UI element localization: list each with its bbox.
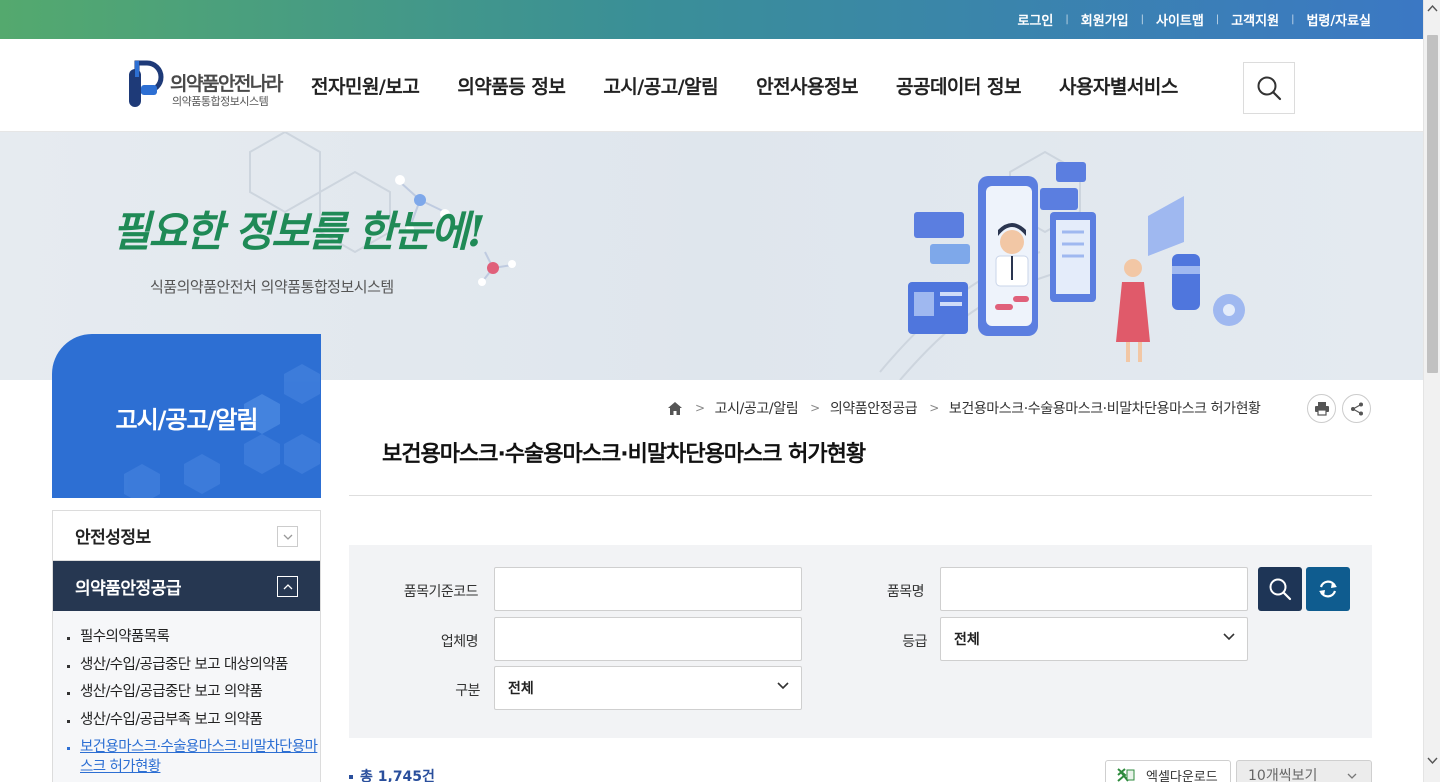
- sidebar-item-stable-supply[interactable]: 의약품안정공급: [53, 561, 320, 611]
- sidebar-submenu: 필수의약품목록 생산/수입/공급중단 보고 대상의약품 생산/수입/공급중단 보…: [53, 611, 320, 782]
- printer-icon: [1314, 402, 1329, 416]
- top-utility-bar: 로그인 | 회원가입 | 사이트맵 | 고객지원 | 법령/자료실: [0, 0, 1423, 39]
- item-name-label: 품목명: [886, 584, 925, 600]
- utility-nav: 로그인 | 회원가입 | 사이트맵 | 고객지원 | 법령/자료실: [1018, 0, 1371, 39]
- submenu-item-discontinue-target[interactable]: 생산/수입/공급중단 보고 대상의약품: [53, 655, 320, 675]
- grade-label: 등급: [902, 634, 927, 650]
- submenu-item-mask-permit[interactable]: 보건용마스크·수술용마스크·비말차단용마스크 허가현황: [53, 737, 320, 777]
- search-icon: [1257, 76, 1282, 101]
- support-link[interactable]: 고객지원: [1231, 10, 1279, 29]
- nav-safe-use[interactable]: 안전사용정보: [756, 72, 858, 99]
- result-total: 총 1,745건: [349, 766, 435, 782]
- item-code-input[interactable]: [494, 567, 802, 611]
- logo-title: 의약품안전나라: [170, 73, 283, 95]
- share-button[interactable]: [1342, 394, 1371, 423]
- breadcrumb-current[interactable]: 보건용마스크·수술용마스크·비말차단용마스크 허가현황: [949, 398, 1261, 418]
- search-button[interactable]: [1258, 567, 1302, 611]
- laws-link[interactable]: 법령/자료실: [1306, 10, 1371, 29]
- excel-download-label: 엑셀다운로드: [1146, 769, 1218, 782]
- title-divider: [349, 495, 1372, 496]
- category-label: 구분: [455, 683, 480, 699]
- divider: |: [1140, 14, 1144, 25]
- nav-e-petition[interactable]: 전자민원/보고: [311, 72, 420, 99]
- item-name-input[interactable]: [940, 567, 1248, 611]
- chevron-down-icon: [1223, 633, 1235, 641]
- page-title: 보건용마스크·수술용마스크·비말차단용마스크 허가현황: [382, 442, 866, 467]
- chevron-down-icon: [1347, 773, 1357, 779]
- per-page-value: 10개씩보기: [1248, 768, 1318, 782]
- page-scrollbar[interactable]: [1423, 0, 1440, 782]
- site-logo[interactable]: 의약품안전나라 의약품통합정보시스템: [127, 59, 307, 111]
- reset-button[interactable]: [1306, 567, 1350, 611]
- nav-notices[interactable]: 고시/공고/알림: [603, 72, 718, 99]
- grade-select-value: 전체: [954, 632, 980, 648]
- chevron-right-icon: >: [810, 401, 820, 415]
- hero-slogan: 필요한 정보를 한눈에!: [112, 207, 485, 256]
- item-code-label: 품목기준코드: [403, 584, 479, 600]
- scroll-down-icon[interactable]: [1424, 752, 1440, 769]
- site-header: 의약품안전나라 의약품통합정보시스템 전자민원/보고 의약품등 정보 고시/공고…: [0, 39, 1423, 132]
- chevron-right-icon: >: [929, 401, 939, 415]
- breadcrumb: > 고시/공고/알림 > 의약품안정공급 > 보건용마스크·수술용마스크·비말차…: [667, 396, 1261, 420]
- chevron-up-icon: [283, 583, 292, 589]
- share-icon: [1350, 402, 1363, 415]
- submenu-item-shortage-report[interactable]: 생산/수입/공급부족 보고 의약품: [53, 710, 320, 730]
- sidebar-item-label: 안전성정보: [75, 528, 151, 548]
- print-button[interactable]: [1307, 394, 1336, 423]
- sidebar-item-safety-info[interactable]: 안전성정보: [53, 511, 320, 561]
- nav-public-data[interactable]: 공공데이터 정보: [896, 72, 1021, 99]
- grade-select[interactable]: 전체: [940, 617, 1248, 661]
- nav-user-services[interactable]: 사용자별서비스: [1059, 72, 1178, 99]
- category-select[interactable]: 전체: [494, 666, 802, 710]
- home-icon[interactable]: [667, 401, 683, 416]
- nav-drug-info[interactable]: 의약품등 정보: [457, 72, 566, 99]
- signup-link[interactable]: 회원가입: [1081, 10, 1129, 29]
- search-icon: [1269, 578, 1292, 601]
- breadcrumb-item[interactable]: 고시/공고/알림: [715, 398, 799, 418]
- scroll-up-icon[interactable]: [1424, 0, 1440, 17]
- chevron-right-icon: >: [695, 401, 705, 415]
- sidebar-title: 고시/공고/알림: [115, 406, 258, 434]
- company-label: 업체명: [440, 634, 479, 650]
- hero-subtitle: 식품의약품안전처 의약품통합정보시스템: [150, 278, 394, 296]
- main-nav: 전자민원/보고 의약품등 정보 고시/공고/알림 안전사용정보 공공데이터 정보…: [311, 39, 1216, 132]
- divider: |: [1065, 14, 1069, 25]
- logo-mark-icon: [129, 60, 164, 107]
- divider: |: [1215, 14, 1220, 25]
- search-form: 품목기준코드 품목명 업체명 등급 전체 구분 전체: [349, 545, 1372, 738]
- sidebar-item-label: 의약품안정공급: [75, 578, 181, 599]
- chevron-down-icon: [283, 534, 292, 540]
- breadcrumb-item[interactable]: 의약품안정공급: [830, 398, 918, 418]
- per-page-select[interactable]: 10개씩보기: [1236, 760, 1372, 782]
- expand-toggle[interactable]: [277, 526, 298, 547]
- logo-subtitle: 의약품통합정보시스템: [172, 95, 269, 108]
- sidebar-menu: 안전성정보 의약품안정공급 필수의약품목록 생산/수입/공급중단 보고 대상의약…: [52, 510, 321, 782]
- collapse-toggle[interactable]: [277, 576, 298, 597]
- excel-icon: [1117, 768, 1135, 782]
- scroll-thumb[interactable]: [1427, 35, 1438, 373]
- sidebar-header: 고시/공고/알림: [52, 334, 321, 498]
- sitemap-link[interactable]: 사이트맵: [1156, 10, 1204, 29]
- excel-download-button[interactable]: 엑셀다운로드: [1105, 760, 1231, 782]
- submenu-item-discontinue-report[interactable]: 생산/수입/공급중단 보고 의약품: [53, 682, 320, 702]
- login-link[interactable]: 로그인: [1018, 10, 1054, 29]
- chevron-down-icon: [777, 682, 789, 690]
- global-search-button[interactable]: [1243, 62, 1295, 114]
- category-select-value: 전체: [508, 681, 534, 697]
- submenu-item-essential-drugs[interactable]: 필수의약품목록: [53, 627, 320, 647]
- company-input[interactable]: [494, 617, 802, 661]
- refresh-icon: [1319, 580, 1337, 598]
- divider: |: [1291, 14, 1295, 25]
